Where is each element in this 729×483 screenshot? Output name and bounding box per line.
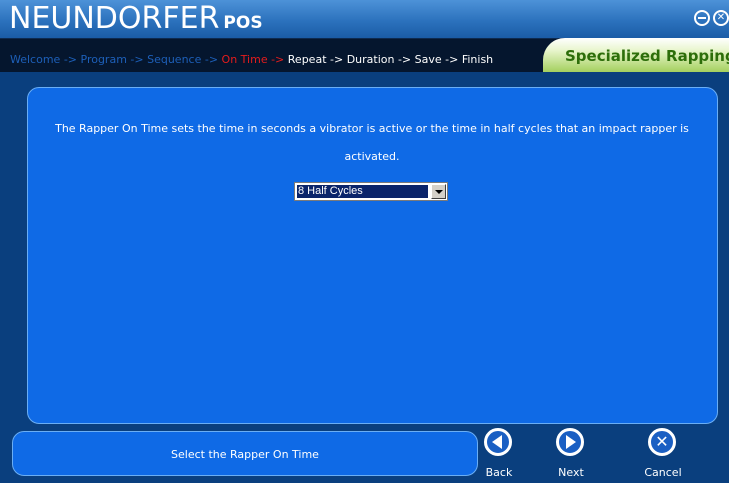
status-message: Select the Rapper On Time [171, 448, 319, 461]
description-text: The Rapper On Time sets the time in seco… [55, 122, 689, 163]
step-repeat: Repeat -> [287, 53, 347, 66]
step-save: Save -> [414, 53, 462, 66]
step-duration: Duration -> [346, 53, 415, 66]
app-logo: NEUNDORFER POS [9, 2, 263, 40]
minimize-icon[interactable] [694, 10, 710, 26]
step-welcome: Welcome -> [10, 53, 81, 66]
next-button[interactable]: Next [549, 428, 593, 480]
brand-suffix: POS [223, 13, 263, 33]
on-time-select[interactable]: 8 Half Cycles [294, 182, 448, 201]
next-arrow-icon[interactable] [556, 428, 584, 456]
back-button[interactable]: Back [477, 428, 521, 480]
title-bar: NEUNDORFER POS ✕ [0, 0, 729, 38]
next-label: Next [558, 466, 584, 479]
back-arrow-icon[interactable] [484, 428, 512, 456]
step-program: Program -> [80, 53, 148, 66]
chevron-down-icon[interactable] [431, 184, 446, 199]
breadcrumb: Welcome -> Program -> Sequence -> On Tim… [10, 53, 493, 66]
step-finish: Finish [461, 53, 494, 66]
cancel-x-icon[interactable]: ✕ [648, 428, 676, 456]
mode-tab-label: Specialized Rapping [565, 47, 729, 65]
back-label: Back [485, 466, 513, 479]
on-time-select-value: 8 Half Cycles [297, 185, 428, 198]
brand-name: NEUNDORFER [9, 1, 220, 36]
step-on-time: On Time -> [221, 53, 288, 66]
cancel-label: Cancel [644, 466, 682, 479]
cancel-button[interactable]: ✕ Cancel [641, 428, 685, 480]
step-sequence: Sequence -> [147, 53, 222, 66]
close-icon[interactable]: ✕ [713, 10, 729, 26]
